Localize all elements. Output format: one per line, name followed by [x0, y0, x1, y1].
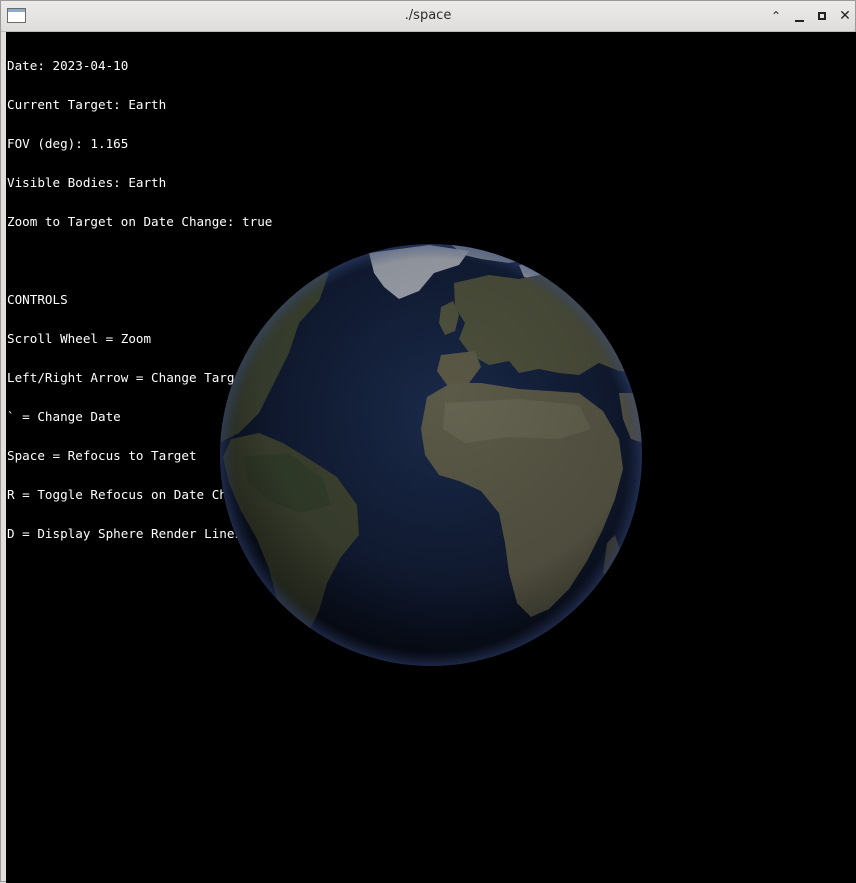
hud-current-target: Current Target: Earth	[7, 97, 167, 112]
maximize-button[interactable]	[813, 7, 831, 25]
app-window: ./space ⌃ ✕ Date: 2023-04-10 Current Tar…	[0, 0, 856, 883]
shade-button[interactable]: ⌃	[767, 7, 785, 25]
window-title: ./space	[404, 8, 452, 23]
minimize-icon	[795, 20, 804, 22]
hud-visible-bodies: Visible Bodies: Earth	[7, 175, 167, 190]
title-bar[interactable]: ./space ⌃ ✕	[1, 1, 855, 32]
maximize-icon	[818, 12, 826, 20]
hud-date: Date: 2023-04-10	[7, 58, 129, 73]
earth-globe[interactable]	[219, 243, 643, 667]
globe-atmosphere	[220, 244, 642, 666]
close-button[interactable]: ✕	[836, 7, 854, 25]
minimize-button[interactable]	[790, 7, 808, 25]
hud-fov: FOV (deg): 1.165	[7, 136, 129, 151]
hud-zoom-on-date-change: Zoom to Target on Date Change: true	[7, 214, 273, 229]
render-viewport[interactable]: Date: 2023-04-10 Current Target: Earth F…	[6, 32, 856, 883]
